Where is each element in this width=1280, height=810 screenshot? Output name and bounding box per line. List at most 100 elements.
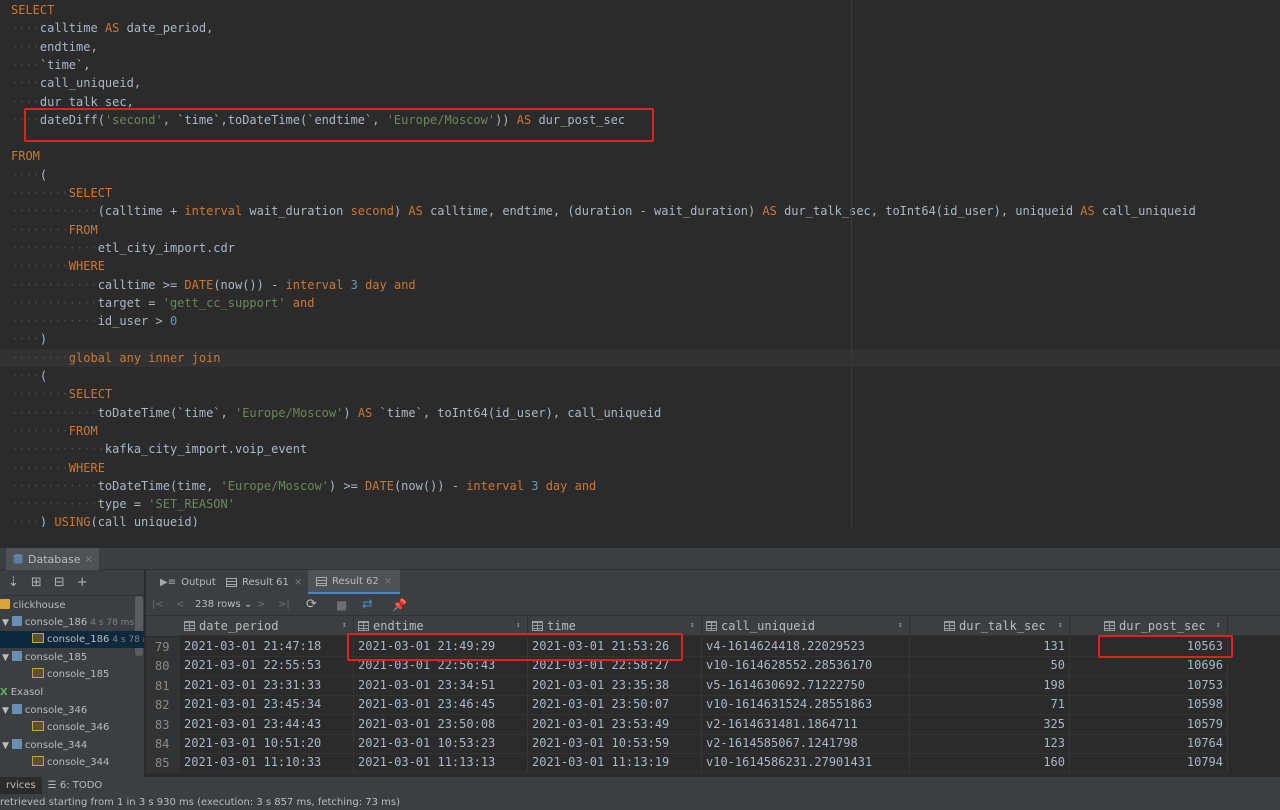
table-cell[interactable]: 10764 xyxy=(1070,734,1228,753)
first-page-icon[interactable]: |< xyxy=(152,594,164,616)
tab-result-62[interactable]: Result 62 × xyxy=(308,570,401,594)
sort-icon[interactable]: ⬍ xyxy=(690,616,695,636)
table-cell[interactable]: 10753 xyxy=(1070,675,1228,695)
column-header-dur-talk-sec[interactable]: dur_talk_sec ⬍ xyxy=(910,616,1070,636)
sort-icon[interactable]: ⬍ xyxy=(1058,616,1063,636)
table-row[interactable]: 2021-03-01 11:10:33 2021-03-01 11:13:13 20… xyxy=(146,753,1280,773)
table-cell[interactable]: 50 xyxy=(910,656,1070,676)
table-cell[interactable]: v5-1614630692.71222750 xyxy=(702,675,910,695)
close-icon[interactable]: × xyxy=(85,554,93,565)
rows-count-dropdown[interactable]: 238 rows ⌄ xyxy=(195,594,252,616)
code-line[interactable]: ············id_user > 0 xyxy=(0,312,1280,330)
tab-todo[interactable]: ☰ 6: TODO xyxy=(42,777,109,794)
close-icon[interactable]: × xyxy=(294,577,302,588)
code-line[interactable]: ············(calltime + interval wait_du… xyxy=(0,202,1280,220)
table-cell[interactable]: 71 xyxy=(910,695,1070,715)
tree-item-console-186-file[interactable]: console_1864 s 78 m xyxy=(0,631,144,648)
code-line[interactable]: ····( xyxy=(0,367,1280,385)
tab-services[interactable]: rvices xyxy=(0,777,42,794)
code-line[interactable]: ····calltime AS date_period, xyxy=(0,19,1280,37)
table-cell[interactable]: 2021-03-01 23:50:08 xyxy=(354,714,528,734)
code-line[interactable]: ············etl_city_import.cdr xyxy=(0,239,1280,257)
code-line[interactable]: ········global any inner join xyxy=(0,348,1280,367)
table-cell[interactable]: 2021-03-01 11:13:19 xyxy=(528,753,702,773)
sort-icon[interactable]: ⬍ xyxy=(898,616,903,636)
database-tab[interactable]: Database × xyxy=(6,548,99,570)
code-line[interactable]: ············toDateTime(time, 'Europe/Mos… xyxy=(0,477,1280,495)
refresh-icon[interactable]: ⟳ xyxy=(306,594,317,616)
tree-item-console-185-file[interactable]: console_185 xyxy=(0,666,144,683)
collapse-all-icon[interactable]: ⇣ xyxy=(8,575,19,590)
table-cell[interactable]: 2021-03-01 23:44:43 xyxy=(180,714,354,734)
last-page-icon[interactable]: >| xyxy=(278,594,290,616)
code-line[interactable]: ········FROM xyxy=(0,221,1280,239)
compare-icon[interactable]: ⇄ xyxy=(362,594,373,616)
code-line[interactable]: SELECT xyxy=(0,1,1280,19)
code-line[interactable]: ········SELECT xyxy=(0,385,1280,403)
next-page-icon[interactable]: > xyxy=(257,594,265,616)
tree-item-exasol[interactable]: X Exasol xyxy=(0,684,144,701)
code-line[interactable]: ·············kafka_city_import.voip_even… xyxy=(0,440,1280,458)
code-line[interactable]: ············target = 'gett_cc_support' a… xyxy=(0,294,1280,312)
chevron-down-icon[interactable]: ▼ xyxy=(2,706,9,716)
table-cell[interactable]: v2-1614631481.1864711 xyxy=(702,714,910,734)
table-cell[interactable]: 2021-03-01 23:45:34 xyxy=(180,695,354,715)
tree-item-console-344-file[interactable]: console_344 xyxy=(0,754,144,771)
code-line[interactable]: ········SELECT xyxy=(0,184,1280,202)
tree-item-clickhouse[interactable]: clickhouse xyxy=(0,597,144,614)
tree-item-console-344[interactable]: ▼ console_344 xyxy=(0,737,144,754)
tab-result-61[interactable]: Result 61 × xyxy=(218,570,310,594)
chevron-down-icon[interactable]: ▼ xyxy=(2,653,9,663)
code-line[interactable]: ····`time`, xyxy=(0,56,1280,74)
table-cell[interactable]: 2021-03-01 23:53:49 xyxy=(528,714,702,734)
stop-icon[interactable]: ■ xyxy=(336,594,347,616)
table-row[interactable]: 2021-03-01 23:31:33 2021-03-01 23:34:51 20… xyxy=(146,675,1280,695)
group-icon[interactable]: ⊞ xyxy=(31,575,42,590)
code-line[interactable]: ············calltime >= DATE(now()) - in… xyxy=(0,276,1280,294)
code-line[interactable]: ············toDateTime(`time`, 'Europe/M… xyxy=(0,404,1280,422)
table-cell[interactable]: 198 xyxy=(910,675,1070,695)
code-line[interactable]: ····) xyxy=(0,330,1280,348)
sort-icon[interactable]: ⬍ xyxy=(342,616,347,636)
table-cell[interactable]: v4-1614624418.22029523 xyxy=(702,637,910,656)
table-cell[interactable]: 2021-03-01 11:10:33 xyxy=(180,753,354,773)
table-cell[interactable]: v10-1614586231.27901431 xyxy=(702,753,910,773)
table-row[interactable]: 2021-03-01 22:55:53 2021-03-01 22:56:43 20… xyxy=(146,656,1280,676)
code-line[interactable]: ············type = 'SET_REASON' xyxy=(0,495,1280,513)
sql-editor[interactable]: ····) USING(call_uniqueid) ············ty… xyxy=(0,0,1280,527)
table-cell[interactable]: 10598 xyxy=(1070,695,1228,715)
add-icon[interactable]: + xyxy=(77,575,88,590)
code-line[interactable]: ····) USING(call_uniqueid) xyxy=(0,513,1280,527)
table-cell[interactable]: v10-1614628552.28536170 xyxy=(702,656,910,676)
table-cell[interactable]: 160 xyxy=(910,753,1070,773)
table-cell[interactable]: 131 xyxy=(910,637,1070,656)
table-cell[interactable]: 10794 xyxy=(1070,753,1228,773)
table-row[interactable]: 2021-03-01 10:51:20 2021-03-01 10:53:23 20… xyxy=(146,734,1280,753)
tree-item-console-186[interactable]: ▼ console_186 4 s 78 ms xyxy=(0,614,144,631)
table-cell[interactable]: 2021-03-01 10:51:20 xyxy=(180,734,354,753)
close-icon[interactable]: × xyxy=(384,576,392,587)
table-cell[interactable]: 2021-03-01 23:50:07 xyxy=(528,695,702,715)
table-cell[interactable]: 2021-03-01 23:34:51 xyxy=(354,675,528,695)
table-cell[interactable]: 2021-03-01 23:35:38 xyxy=(528,675,702,695)
tab-output[interactable]: ▶≡ Output xyxy=(152,570,224,594)
chevron-down-icon[interactable]: ▼ xyxy=(2,618,9,628)
tree-item-console-346-file[interactable]: console_346 xyxy=(0,719,144,736)
code-line[interactable]: ········WHERE xyxy=(0,257,1280,275)
column-header-call-uniqueid[interactable]: call_uniqueid ⬍ xyxy=(702,616,910,636)
sort-icon[interactable]: ⬍ xyxy=(1216,616,1221,636)
pin-icon[interactable]: 📌 xyxy=(392,594,407,616)
table-row[interactable]: 2021-03-01 23:44:43 2021-03-01 23:50:08 20… xyxy=(146,714,1280,734)
column-header-date-period[interactable]: date_period ⬍ xyxy=(180,616,354,636)
code-line[interactable]: ········FROM xyxy=(0,422,1280,440)
table-cell[interactable]: v10-1614631524.28551863 xyxy=(702,695,910,715)
tree-item-console-346[interactable]: ▼ console_346 xyxy=(0,702,144,719)
table-cell[interactable]: 2021-03-01 23:46:45 xyxy=(354,695,528,715)
table-cell[interactable]: 2021-03-01 11:13:13 xyxy=(354,753,528,773)
prev-page-icon[interactable]: < xyxy=(176,594,184,616)
code-line[interactable]: ····call_uniqueid, xyxy=(0,74,1280,92)
table-cell[interactable]: 2021-03-01 10:53:59 xyxy=(528,734,702,753)
table-cell[interactable]: 2021-03-01 10:53:23 xyxy=(354,734,528,753)
chevron-down-icon[interactable]: ▼ xyxy=(2,741,9,751)
table-row[interactable]: 2021-03-01 23:45:34 2021-03-01 23:46:45 20… xyxy=(146,695,1280,715)
